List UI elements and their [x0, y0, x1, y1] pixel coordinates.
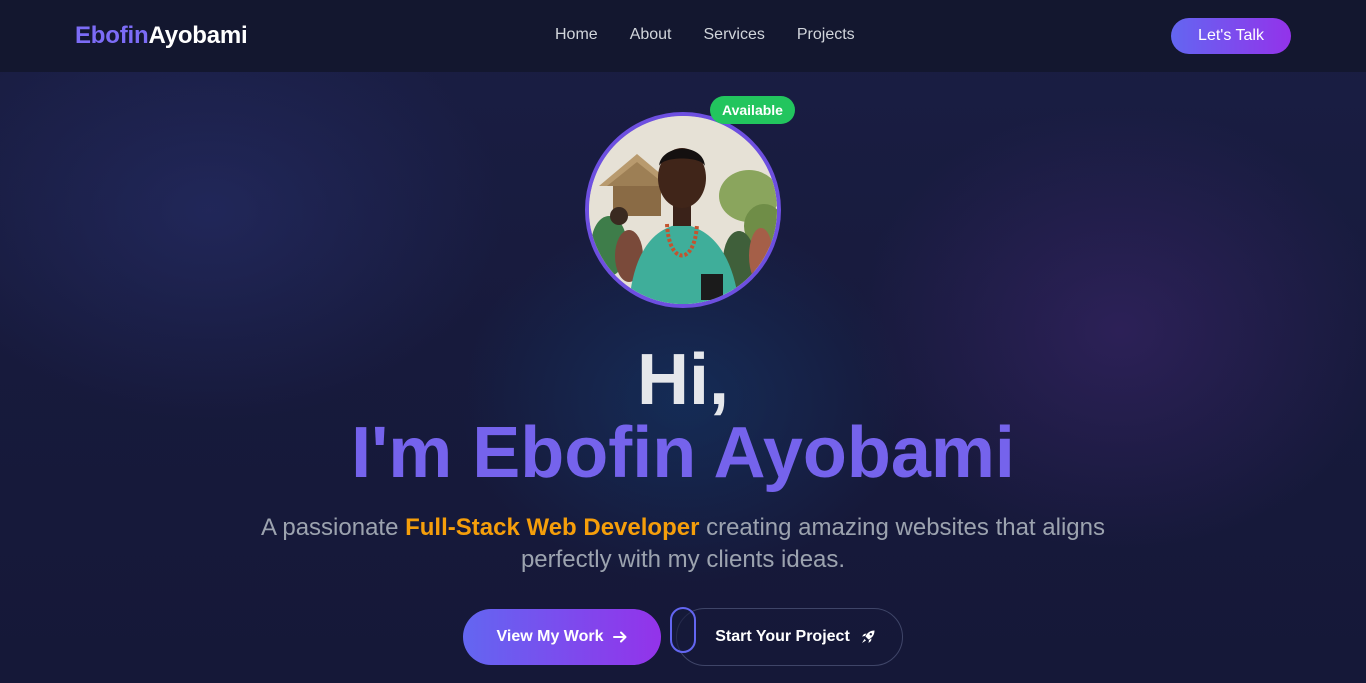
tagline-intro: A passionate	[261, 514, 406, 541]
nav-link-home[interactable]: Home	[555, 26, 598, 44]
view-my-work-label: View My Work	[496, 628, 604, 645]
navbar: EbofinAyobami Home About Services Projec…	[0, 0, 1366, 72]
profile-photo	[589, 116, 777, 304]
logo-last-name: Ayobami	[148, 22, 248, 49]
rocket-icon	[861, 630, 875, 643]
availability-badge: Available	[710, 96, 795, 124]
nav-link-services[interactable]: Services	[704, 26, 765, 44]
nav-links: Home About Services Projects	[555, 26, 855, 44]
profile-avatar	[585, 112, 781, 308]
hero-name: I'm Ebofin Ayobami	[351, 413, 1015, 493]
view-my-work-button[interactable]: View My Work	[463, 609, 661, 665]
cursor-follower	[670, 607, 696, 653]
start-your-project-label: Start Your Project	[715, 628, 850, 645]
start-your-project-button[interactable]: Start Your Project	[676, 608, 903, 666]
logo-first-name: Ebofin	[75, 22, 149, 49]
site-logo[interactable]: EbofinAyobami	[75, 22, 248, 50]
nav-link-about[interactable]: About	[630, 26, 672, 44]
arrow-right-icon	[612, 631, 626, 643]
nav-link-projects[interactable]: Projects	[797, 26, 855, 44]
hero-tagline: A passionate Full-Stack Web Developer cr…	[220, 512, 1146, 576]
hero-greeting: Hi,	[636, 340, 729, 420]
lets-talk-button[interactable]: Let's Talk	[1171, 18, 1291, 54]
tagline-highlight: Full-Stack Web Developer	[405, 514, 700, 541]
